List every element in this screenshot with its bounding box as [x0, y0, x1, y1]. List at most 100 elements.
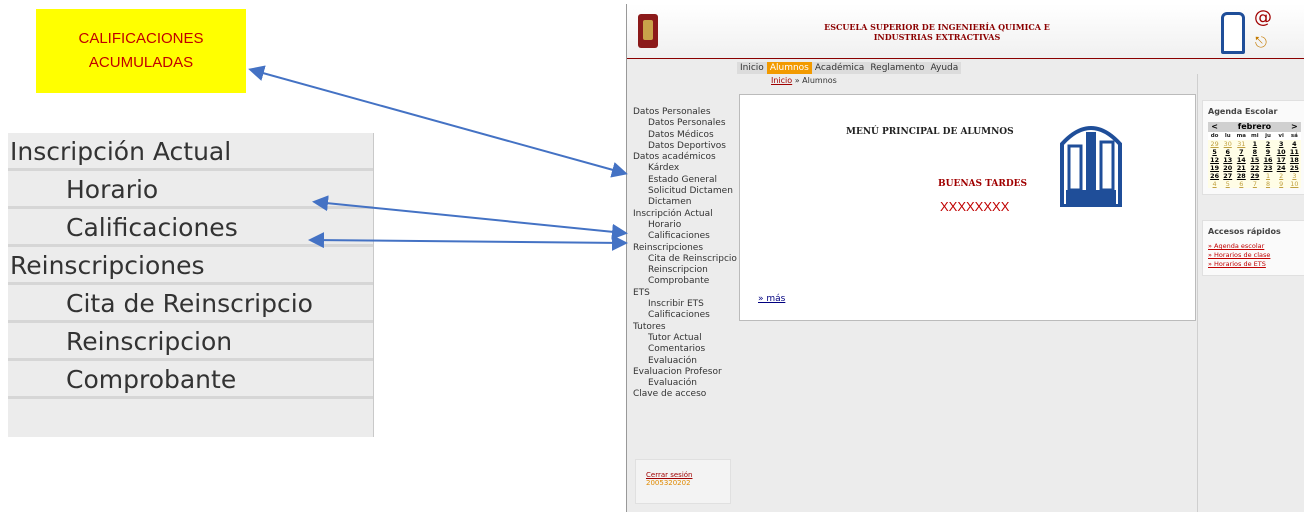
calendar-day[interactable]: 11	[1287, 148, 1301, 156]
callout-line-1: CALIFICACIONES	[78, 30, 204, 47]
calendar-day[interactable]: 21	[1234, 164, 1249, 172]
esiqie-logo	[1221, 12, 1245, 54]
menu-section-header[interactable]: ETS	[633, 288, 737, 299]
email-icon[interactable]: @	[1254, 7, 1272, 28]
calendar-day[interactable]: 20	[1221, 164, 1235, 172]
nav-tab-inicio[interactable]: Inicio	[737, 62, 767, 74]
menu-section-header[interactable]: Tutores	[633, 322, 737, 333]
menu-item[interactable]: Tutor Actual	[633, 333, 737, 344]
calendar-day[interactable]: 10	[1287, 180, 1301, 188]
calendar-day[interactable]: 7	[1234, 148, 1249, 156]
calendar-day[interactable]: 4	[1287, 140, 1301, 148]
calendar-day[interactable]: 29	[1248, 172, 1262, 180]
menu-item[interactable]: Datos Personales	[633, 118, 737, 129]
calendar-day[interactable]: 18	[1287, 156, 1301, 164]
calendar-day[interactable]: 9	[1274, 180, 1288, 188]
calendar-day[interactable]: 9	[1261, 148, 1275, 156]
calendar-day[interactable]: 6	[1234, 180, 1249, 188]
calendar: < febrero > do lu ma mi ju vi sá 29 30 31 1 2 3 4 5 6 7 8 9 10…	[1208, 122, 1301, 188]
calendar-day[interactable]: 17	[1274, 156, 1288, 164]
menu-item[interactable]: Comentarios	[633, 344, 737, 355]
nav-tab-académica[interactable]: Académica	[812, 62, 867, 74]
calendar-day[interactable]: 4	[1208, 180, 1222, 188]
quick-link[interactable]: » Horarios de clase	[1208, 251, 1299, 260]
nav-tab-ayuda[interactable]: Ayuda	[927, 62, 961, 74]
nav-tab-reglamento[interactable]: Reglamento	[867, 62, 927, 74]
menu-section-header[interactable]: Reinscripciones	[633, 243, 737, 254]
menu-item[interactable]: Evaluación	[633, 356, 737, 367]
zoom-menu-item: Inscripción Actual	[8, 133, 373, 171]
calendar-day-header: vi	[1278, 133, 1284, 139]
calendar-day[interactable]: 2	[1261, 140, 1275, 148]
calendar-day[interactable]: 8	[1261, 180, 1275, 188]
quick-link[interactable]: » Agenda escolar	[1208, 242, 1299, 251]
calendar-day[interactable]: 26	[1208, 172, 1222, 180]
sitemap-icon[interactable]: ⎋	[1255, 33, 1267, 51]
school-title-line-1: ESCUELA SUPERIOR DE INGENIERÍA QUIMICA E	[824, 22, 1050, 32]
calendar-day[interactable]: 23	[1261, 164, 1275, 172]
calendar-day[interactable]: 3	[1287, 172, 1301, 180]
school-title-line-2: INDUSTRIAS EXTRACTIVAS	[873, 32, 1001, 42]
menu-section-header[interactable]: Clave de acceso	[633, 389, 737, 400]
breadcrumb-home-link[interactable]: Inicio	[771, 76, 792, 85]
calendar-day[interactable]: 30	[1221, 140, 1235, 148]
menu-section-header[interactable]: Datos académicos	[633, 152, 737, 163]
menu-item[interactable]: Cita de Reinscripcio	[633, 254, 737, 265]
calendar-month: febrero	[1237, 122, 1272, 131]
menu-item[interactable]: Comprobante	[633, 276, 737, 287]
zoom-menu-item: Reinscripcion	[8, 323, 373, 361]
menu-section-header[interactable]: Evaluacion Profesor	[633, 367, 737, 378]
menu-item[interactable]: Datos Médicos	[633, 130, 737, 141]
calendar-day[interactable]: 12	[1208, 156, 1222, 164]
menu-section-header[interactable]: Datos Personales	[633, 107, 737, 118]
calendar-day-header: mi	[1251, 133, 1259, 139]
calendar-day[interactable]: 15	[1248, 156, 1262, 164]
menu-item[interactable]: Inscribir ETS	[633, 299, 737, 310]
menu-item[interactable]: Reinscripcion	[633, 265, 737, 276]
menu-item[interactable]: Datos Deportivos	[633, 141, 737, 152]
calendar-day[interactable]: 5	[1221, 180, 1235, 188]
calendar-day[interactable]: 7	[1248, 180, 1262, 188]
calendar-day[interactable]: 14	[1234, 156, 1249, 164]
calendar-next-button[interactable]: >	[1288, 122, 1301, 132]
menu-item[interactable]: Solicitud Dictamen	[633, 186, 737, 197]
menu-item[interactable]: Estado General	[633, 175, 737, 186]
calendar-day[interactable]: 29	[1208, 140, 1222, 148]
calendar-day[interactable]: 22	[1248, 164, 1262, 172]
calendar-day[interactable]: 24	[1274, 164, 1288, 172]
menu-item[interactable]: Horario	[633, 220, 737, 231]
zoom-menu-item: Cita de Reinscripcio	[8, 285, 373, 323]
calendar-prev-button[interactable]: <	[1208, 122, 1221, 132]
calendar-day[interactable]: 1	[1248, 140, 1262, 148]
calendar-day[interactable]: 13	[1221, 156, 1235, 164]
quick-links-title: Accesos rápidos	[1208, 227, 1281, 236]
calendar-day[interactable]: 10	[1274, 148, 1288, 156]
header: ESCUELA SUPERIOR DE INGENIERÍA QUIMICA E…	[627, 4, 1304, 59]
zoom-menu-item: Horario	[8, 171, 373, 209]
menu-item[interactable]: Calificaciones	[633, 231, 737, 242]
calendar-day[interactable]: 27	[1221, 172, 1235, 180]
menu-item[interactable]: Dictamen	[633, 197, 737, 208]
menu-item[interactable]: Calificaciones	[633, 310, 737, 321]
callout-box: CALIFICACIONES ACUMULADAS	[36, 9, 246, 93]
calendar-day[interactable]: 3	[1274, 140, 1288, 148]
quick-link[interactable]: » Horarios de ETS	[1208, 260, 1299, 269]
nav-tab-alumnos[interactable]: Alumnos	[766, 62, 812, 74]
calendar-day[interactable]: 6	[1221, 148, 1235, 156]
menu-section-header[interactable]: Inscripción Actual	[633, 209, 737, 220]
calendar-day[interactable]: 31	[1234, 140, 1249, 148]
menu-item[interactable]: Evaluación	[633, 378, 737, 389]
calendar-day[interactable]: 28	[1234, 172, 1249, 180]
calendar-day[interactable]: 16	[1261, 156, 1275, 164]
logout-link[interactable]: Cerrar sesión	[646, 471, 730, 479]
calendar-day[interactable]: 8	[1248, 148, 1262, 156]
menu-item[interactable]: Kárdex	[633, 163, 737, 174]
calendar-day[interactable]: 1	[1261, 172, 1275, 180]
quick-links-panel: Accesos rápidos » Agenda escolar» Horari…	[1202, 220, 1304, 276]
main-panel: MENÚ PRINCIPAL DE ALUMNOS BUENAS TARDES …	[739, 94, 1196, 321]
calendar-day[interactable]: 19	[1208, 164, 1222, 172]
calendar-day[interactable]: 5	[1208, 148, 1222, 156]
calendar-day[interactable]: 2	[1274, 172, 1288, 180]
calendar-day[interactable]: 25	[1287, 164, 1301, 172]
more-link[interactable]: » más	[758, 294, 785, 304]
